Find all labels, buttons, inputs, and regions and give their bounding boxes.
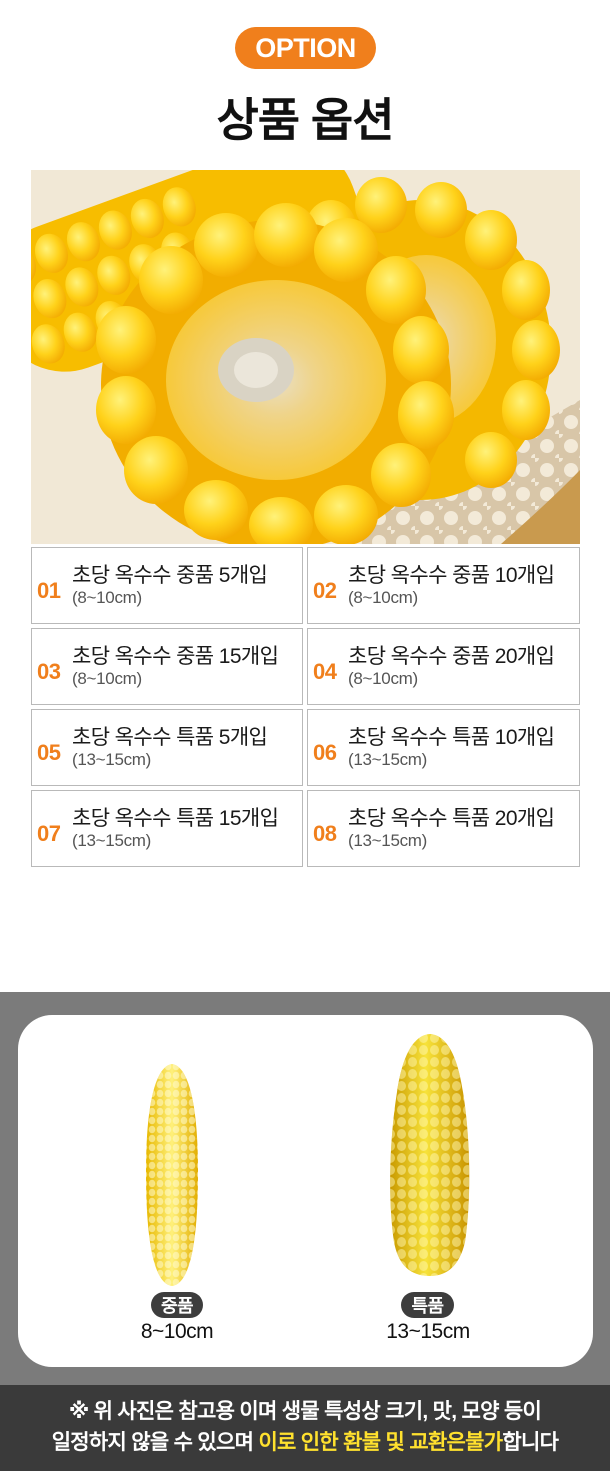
option-size: (13~15cm) <box>348 750 428 769</box>
grade-badge-special: 특품 <box>401 1292 454 1318</box>
option-name: 초당 옥수수 중품 5개입 <box>72 564 268 587</box>
option-size: (8~10cm) <box>348 588 418 607</box>
option-number: 07 <box>37 820 61 846</box>
option-badge: OPTION <box>235 27 376 69</box>
notice-text-end: 합니다 <box>502 1431 559 1454</box>
option-item-08: 08 초당 옥수수 특품 20개입 (13~15cm) <box>307 790 580 867</box>
option-number: 08 <box>313 820 337 846</box>
option-size: (8~10cm) <box>72 588 142 607</box>
grade-badge-medium: 중품 <box>151 1292 203 1318</box>
option-number: 06 <box>313 739 337 765</box>
size-label-special: 13~15cm <box>386 1320 470 1343</box>
option-name: 초당 옥수수 중품 20개입 <box>348 645 555 668</box>
option-item-01: 01 초당 옥수수 중품 5개입 (8~10cm) <box>31 547 303 624</box>
page-title: 상품 옵션 <box>216 94 394 146</box>
option-item-05: 05 초당 옥수수 특품 5개입 (13~15cm) <box>31 709 303 786</box>
option-grid: 01 초당 옥수수 중품 5개입 (8~10cm) 02 초당 옥수수 중품 1… <box>31 547 580 867</box>
option-number: 03 <box>37 658 61 684</box>
option-item-07: 07 초당 옥수수 특품 15개입 (13~15cm) <box>31 790 303 867</box>
option-size: (13~15cm) <box>72 750 152 769</box>
option-size: (13~15cm) <box>72 831 152 850</box>
notice-line-1: ※ 위 사진은 참고용 이며 생물 특성상 크기, 맛, 모양 등이 <box>68 1400 542 1423</box>
corn-medium-image <box>140 1062 204 1288</box>
notice-line-2: 일정하지 않을 수 있으며 이로 인한 환불 및 교환은불가합니다 <box>0 1427 610 1458</box>
option-name: 초당 옥수수 특품 5개입 <box>72 726 268 749</box>
comparison-card <box>18 1015 593 1367</box>
option-name: 초당 옥수수 중품 10개입 <box>348 564 555 587</box>
option-name: 초당 옥수수 특품 10개입 <box>348 726 555 749</box>
option-item-06: 06 초당 옥수수 특품 10개입 (13~15cm) <box>307 709 580 786</box>
corn-hero-image <box>31 170 580 544</box>
option-item-02: 02 초당 옥수수 중품 10개입 (8~10cm) <box>307 547 580 624</box>
option-item-03: 03 초당 옥수수 중품 15개입 (8~10cm) <box>31 628 303 705</box>
option-name: 초당 옥수수 특품 15개입 <box>72 807 279 830</box>
option-size: (13~15cm) <box>348 831 428 850</box>
notice-text: 일정하지 않을 수 있으며 <box>51 1431 259 1454</box>
size-label-medium: 8~10cm <box>140 1320 214 1343</box>
option-name: 초당 옥수수 특품 20개입 <box>348 807 555 830</box>
option-size: (8~10cm) <box>348 669 418 688</box>
option-number: 02 <box>313 577 337 603</box>
option-size: (8~10cm) <box>72 669 142 688</box>
notice-banner: ※ 위 사진은 참고용 이며 생물 특성상 크기, 맛, 모양 등이 일정하지 … <box>0 1385 610 1471</box>
option-item-04: 04 초당 옥수수 중품 20개입 (8~10cm) <box>307 628 580 705</box>
option-name: 초당 옥수수 중품 15개입 <box>72 645 279 668</box>
option-number: 01 <box>37 577 61 603</box>
corn-special-image <box>385 1032 475 1278</box>
notice-highlight: 이로 인한 환불 및 교환은불가 <box>258 1431 503 1454</box>
option-number: 04 <box>313 658 337 684</box>
option-number: 05 <box>37 739 61 765</box>
